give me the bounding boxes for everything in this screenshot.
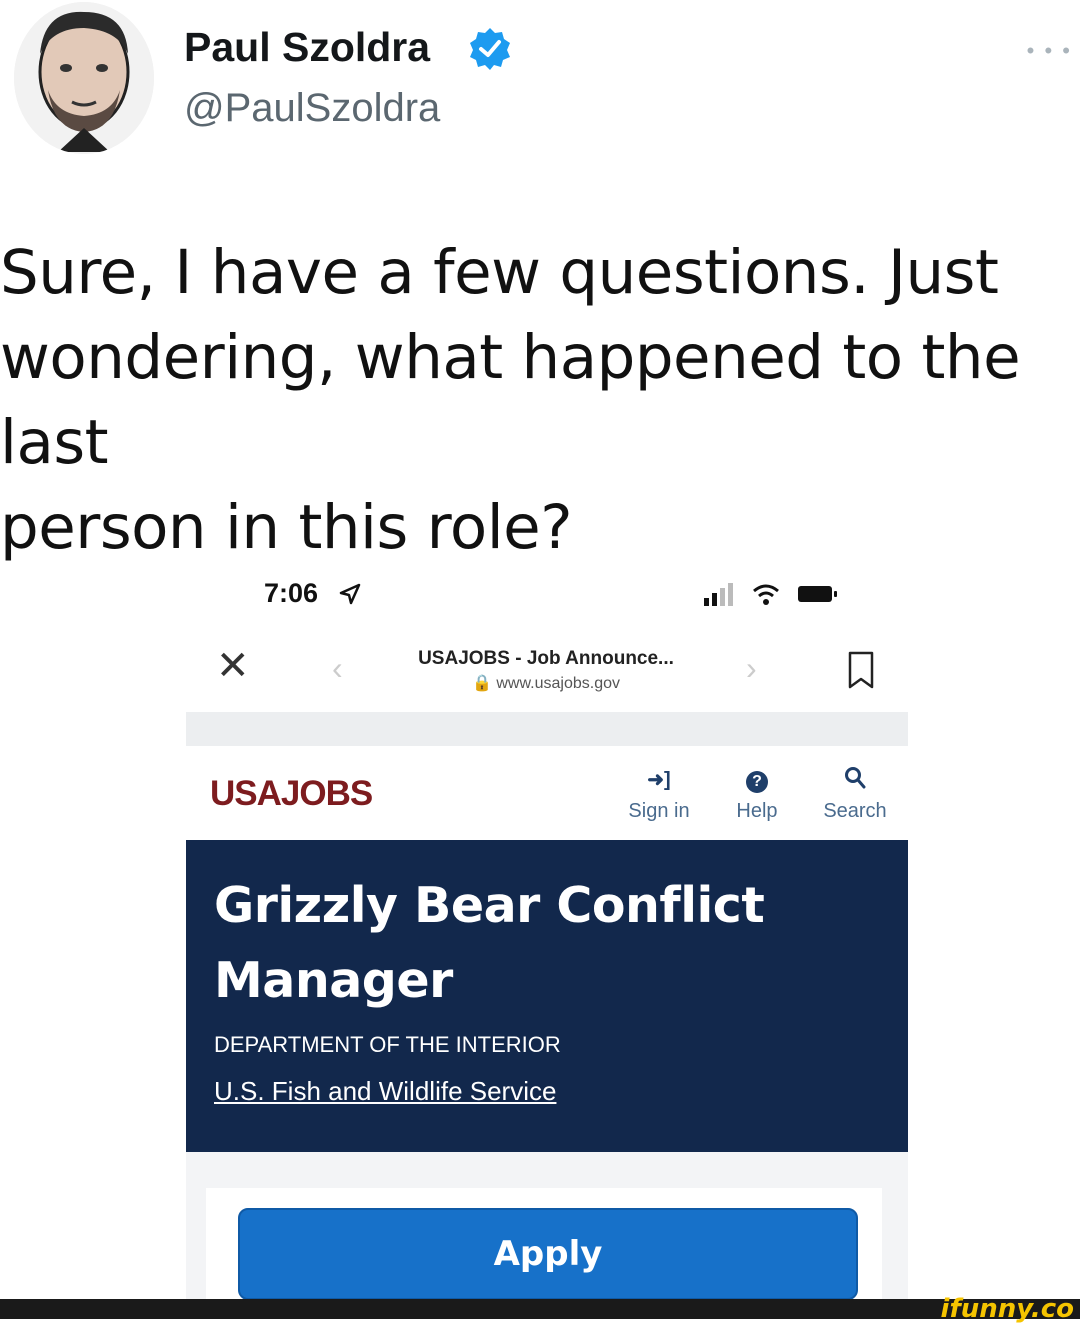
cellular-signal-icon — [704, 583, 733, 606]
nav-sign-in[interactable]: ➜] Sign in — [614, 766, 704, 823]
avatar-portrait — [14, 2, 154, 154]
tweet-header: Paul Szoldra @PaulSzoldra • • • — [0, 0, 1080, 170]
status-icons — [704, 583, 837, 606]
browser-url[interactable]: 🔒 www.usajobs.gov — [326, 673, 766, 693]
author-handle[interactable]: @PaulSzoldra — [184, 86, 440, 131]
sign-in-icon: ➜] — [647, 769, 671, 791]
job-subagency-link[interactable]: U.S. Fish and Wildlife Service — [214, 1076, 556, 1107]
nav-search[interactable]: Search — [810, 766, 900, 823]
close-icon[interactable]: ✕ — [216, 646, 250, 686]
avatar[interactable] — [14, 2, 154, 154]
tweet-text: Sure, I have a few questions. Just wonde… — [0, 237, 1021, 563]
author-name[interactable]: Paul Szoldra — [184, 24, 430, 71]
battery-icon — [798, 586, 837, 602]
search-icon — [810, 766, 900, 794]
bookmark-icon[interactable] — [846, 650, 876, 690]
browser-page-title: USAJOBS - Job Announce... — [418, 648, 674, 669]
browser-divider — [186, 712, 908, 746]
nav-help-label: Help — [736, 800, 778, 822]
wifi-icon — [753, 584, 779, 605]
status-time: 7:06 — [264, 578, 319, 608]
job-title: Grizzly Bear Conflict Manager — [214, 877, 765, 1009]
job-agency: DEPARTMENT OF THE INTERIOR — [214, 1032, 561, 1057]
ifunny-watermark: ifunny.co — [940, 1294, 1074, 1324]
help-icon: ? — [712, 766, 802, 794]
nav-sign-in-label: Sign in — [628, 800, 690, 822]
site-header: USAJOBS ➜] Sign in ? Help Search — [186, 746, 908, 840]
location-arrow-icon — [339, 583, 361, 605]
nav-help[interactable]: ? Help — [712, 766, 802, 823]
chevron-right-icon[interactable]: › — [746, 650, 757, 687]
verified-badge-icon — [470, 28, 510, 70]
more-options-icon[interactable]: • • • — [1027, 38, 1072, 64]
footer-bar — [0, 1299, 1080, 1319]
nav-search-label: Search — [823, 800, 887, 822]
usajobs-logo[interactable]: USAJOBS — [210, 774, 373, 814]
embedded-screenshot: 7:06 ✕ ‹ USAJOBS - Job Announce... 🔒 www… — [186, 560, 908, 1300]
apply-button[interactable]: Apply — [238, 1208, 858, 1300]
job-hero: Grizzly Bear Conflict Manager DEPARTMENT… — [186, 840, 908, 1152]
